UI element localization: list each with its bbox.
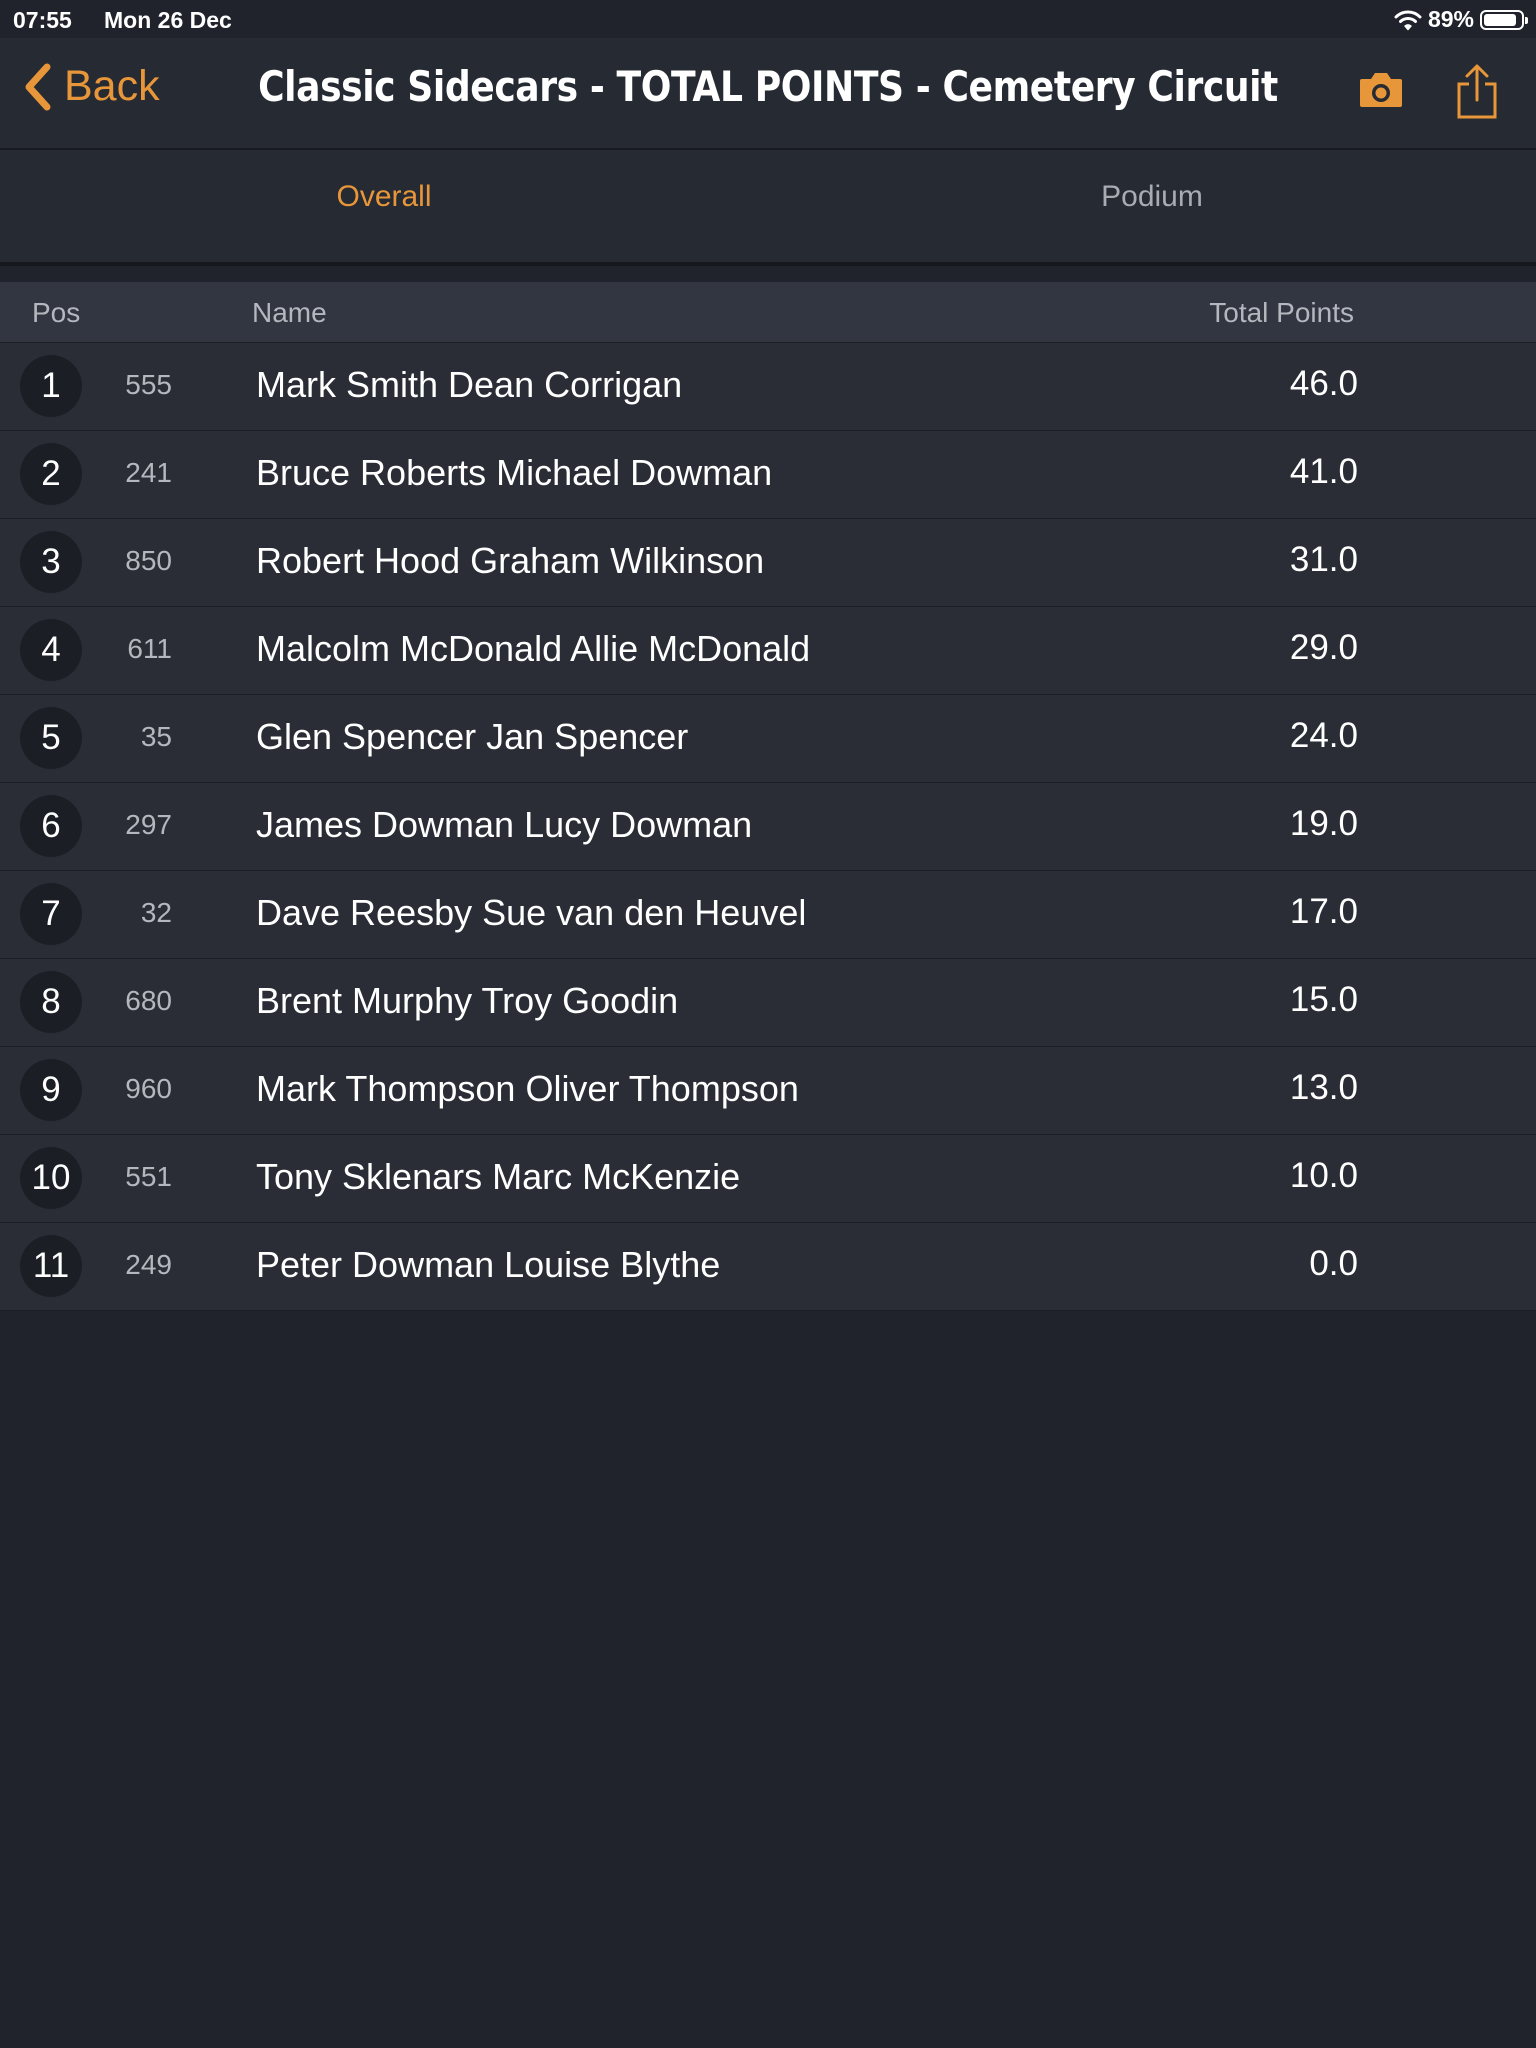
table-row[interactable]: 9 960 Mark Thompson Oliver Thompson 13.0 [0, 1047, 1536, 1135]
position-badge: 6 [20, 795, 82, 857]
table-row[interactable]: 8 680 Brent Murphy Troy Goodin 15.0 [0, 959, 1536, 1047]
rider-names: Mark Thompson Oliver Thompson [256, 1068, 799, 1109]
total-points: 10.0 [1289, 1156, 1358, 1195]
status-date: Mon 26 Dec [104, 7, 232, 33]
rider-names: James Dowman Lucy Dowman [256, 804, 753, 845]
position-badge: 8 [20, 971, 82, 1033]
rider-names: Tony Sklenars Marc McKenzie [256, 1156, 741, 1197]
rider-names: Dave Reesby Sue van den Heuvel [256, 892, 807, 933]
table-body: 1 555 Mark Smith Dean Corrigan 46.0 2 241 Bruc… [0, 343, 1536, 1311]
position-badge: 7 [20, 883, 82, 945]
rider-names: Robert Hood Graham Wilkinson [256, 540, 765, 581]
status-time: 07:55 [13, 7, 72, 33]
rider-names: Glen Spencer Jan Spencer [256, 716, 689, 757]
total-points: 29.0 [1289, 628, 1358, 667]
race-number: 555 [125, 369, 172, 400]
race-number: 960 [125, 1073, 172, 1104]
race-number: 32 [140, 897, 172, 928]
share-button[interactable] [1455, 62, 1499, 125]
table-row[interactable]: 10 551 Tony Sklenars Marc McKenzie 10.0 [0, 1135, 1536, 1223]
chevron-left-icon [25, 63, 51, 110]
race-number: 35 [140, 721, 172, 752]
position-badge: 5 [20, 707, 82, 769]
results-table: Pos Name Total Points 1 555 Mark Smith Dea… [0, 282, 1536, 1311]
camera-button[interactable] [1358, 69, 1404, 114]
header-pos: Pos [32, 297, 81, 328]
total-points: 19.0 [1289, 804, 1358, 843]
race-number: 249 [125, 1249, 172, 1280]
tab-podium[interactable]: Podium [768, 150, 1536, 262]
rider-names: Brent Murphy Troy Goodin [256, 980, 679, 1021]
header-total-points: Total Points [1209, 297, 1354, 328]
wifi-icon [1394, 10, 1422, 30]
table-row[interactable]: 6 297 James Dowman Lucy Dowman 19.0 [0, 783, 1536, 871]
table-row[interactable]: 11 249 Peter Dowman Louise Blythe 0.0 [0, 1223, 1536, 1311]
race-number: 297 [125, 809, 172, 840]
status-bar: 07:55 Mon 26 Dec 89% [0, 0, 1536, 38]
table-row[interactable]: 3 850 Robert Hood Graham Wilkinson 31.0 [0, 519, 1536, 607]
position-badge: 9 [20, 1059, 82, 1121]
battery-icon [1480, 9, 1528, 30]
total-points: 0.0 [1309, 1244, 1358, 1283]
race-number: 611 [127, 633, 172, 664]
page-title: Classic Sidecars - TOTAL POINTS - Cemete… [258, 62, 1278, 111]
position-badge: 11 [20, 1235, 82, 1297]
position-badge: 2 [20, 443, 82, 505]
total-points: 24.0 [1289, 716, 1358, 755]
battery-percent: 89% [1427, 6, 1474, 32]
table-header: Pos Name Total Points [0, 282, 1536, 343]
camera-icon [1360, 73, 1402, 107]
tab-bar: Overall Podium [0, 150, 1536, 390]
total-points: 13.0 [1289, 1068, 1358, 1107]
position-badge: 1 [20, 355, 82, 417]
position-badge: 4 [20, 619, 82, 681]
total-points: 15.0 [1289, 980, 1358, 1019]
total-points: 46.0 [1289, 364, 1358, 403]
position-badge: 3 [20, 531, 82, 593]
table-row[interactable]: 7 32 Dave Reesby Sue van den Heuvel 17.0 [0, 871, 1536, 959]
rider-names: Mark Smith Dean Corrigan [256, 364, 683, 405]
rider-names: Malcolm McDonald Allie McDonald [256, 628, 811, 669]
total-points: 41.0 [1289, 452, 1358, 491]
rider-names: Peter Dowman Louise Blythe [256, 1244, 721, 1285]
table-row[interactable]: 2 241 Bruce Roberts Michael Dowman 41.0 [0, 431, 1536, 519]
share-icon [1457, 64, 1497, 119]
total-points: 31.0 [1289, 540, 1358, 579]
position-badge: 10 [20, 1147, 82, 1209]
table-row[interactable]: 5 35 Glen Spencer Jan Spencer 24.0 [0, 695, 1536, 783]
race-number: 241 [125, 457, 172, 488]
table-row[interactable]: 1 555 Mark Smith Dean Corrigan 46.0 [0, 343, 1536, 431]
tab-overall[interactable]: Overall [0, 150, 768, 262]
race-number: 850 [125, 545, 172, 576]
header-name: Name [252, 297, 327, 328]
race-number: 551 [125, 1161, 172, 1192]
total-points: 17.0 [1289, 892, 1358, 931]
navigation-bar: Back Classic Sidecars - TOTAL POINTS - C… [0, 38, 1536, 150]
race-number: 680 [125, 985, 172, 1016]
status-indicators: 89% [1394, 6, 1528, 33]
table-row[interactable]: 4 611 Malcolm McDonald Allie McDonald 29.0 [0, 607, 1536, 695]
rider-names: Bruce Roberts Michael Dowman [256, 452, 773, 493]
